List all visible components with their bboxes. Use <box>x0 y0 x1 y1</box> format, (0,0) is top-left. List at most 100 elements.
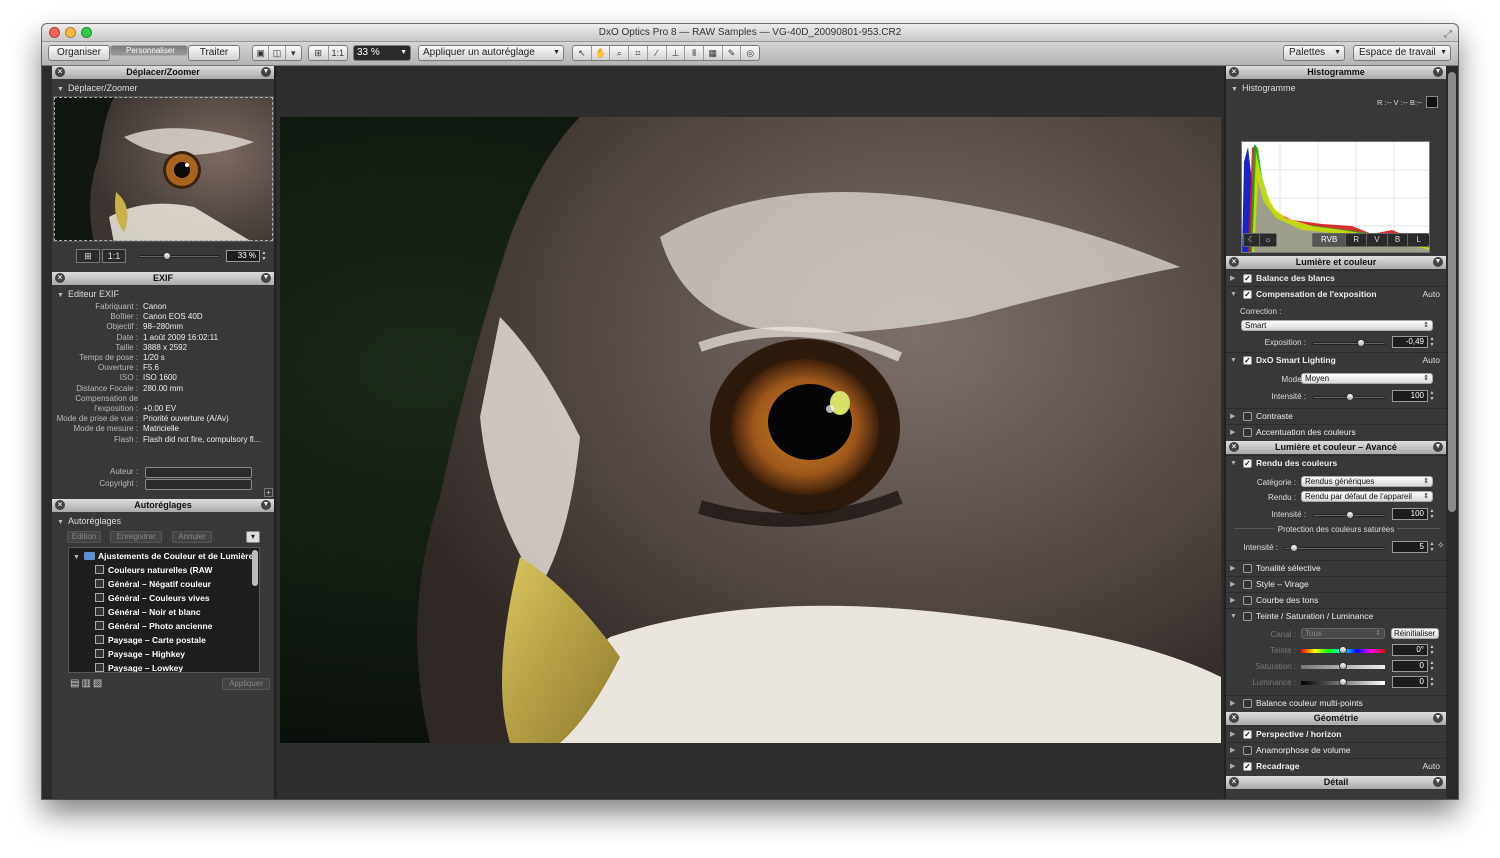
perspective-row[interactable]: ▶ ✓ Perspective / horizon <box>1226 726 1446 741</box>
palette-menu-icon[interactable]: ▼ <box>261 273 271 283</box>
exposure-value[interactable]: -0,49 <box>1392 336 1428 348</box>
rendering-intensity-slider[interactable] <box>1312 511 1386 519</box>
color-accent-row[interactable]: ▶ Accentuation des couleurs <box>1226 424 1446 439</box>
channel-button-v[interactable]: V <box>1367 234 1388 246</box>
scroll-thumb[interactable] <box>1448 72 1456 512</box>
palette-header-presets[interactable]: × Autoréglages ▼ <box>52 499 274 512</box>
color-rendering-row[interactable]: ▼ ✓ Rendu des couleurs <box>1226 455 1446 470</box>
contrast-row[interactable]: ▶ Contraste <box>1226 408 1446 423</box>
checkbox[interactable]: ✓ <box>1243 290 1252 299</box>
slider-knob[interactable] <box>1339 662 1347 670</box>
viewport-rectangle[interactable] <box>54 97 273 241</box>
new-folder-icon[interactable]: ▥ <box>81 678 92 689</box>
luminance-slider[interactable] <box>1301 678 1385 686</box>
palette-menu-icon[interactable]: ▼ <box>1433 67 1443 77</box>
hue-value[interactable]: 0° <box>1392 644 1428 656</box>
duplicate-preset-icon[interactable]: ▧ <box>93 678 104 689</box>
navigator-zoom-value[interactable]: 33 % <box>226 250 260 262</box>
checkbox[interactable]: ✓ <box>1243 274 1252 283</box>
presets-menu-button[interactable]: ▾ <box>246 531 260 543</box>
magic-wand-icon[interactable]: ✧ <box>1437 540 1445 551</box>
checkbox[interactable] <box>1243 412 1252 421</box>
close-palette-icon[interactable]: × <box>1229 713 1239 723</box>
grid-icon[interactable]: ▦ <box>704 46 723 60</box>
stepper-icon[interactable]: ▲ ▼ <box>1429 644 1435 656</box>
slider-knob[interactable] <box>1290 544 1298 552</box>
palette-header-light-color[interactable]: × Lumière et couleur ▼ <box>1226 256 1446 269</box>
resize-icon[interactable]: + <box>264 488 273 497</box>
horizon-icon[interactable]: ⊥ <box>667 46 686 60</box>
saturation-value[interactable]: 0 <box>1392 660 1428 672</box>
zoom-window-button[interactable] <box>81 27 92 38</box>
navigator-zoom-slider[interactable] <box>138 252 220 260</box>
histogram-subheader[interactable]: ▼ Histogramme <box>1231 83 1295 93</box>
red-eye-icon[interactable]: ◎ <box>741 46 759 60</box>
checkbox[interactable]: ✓ <box>1243 459 1252 468</box>
multipoint-row[interactable]: ▶ Balance couleur multi-points <box>1226 695 1446 710</box>
channel-button-l[interactable]: L <box>1408 234 1429 246</box>
stepper-icon[interactable]: ▲ ▼ <box>1429 676 1435 688</box>
one-to-one-button[interactable]: 1:1 <box>102 249 126 263</box>
palette-header-histogram[interactable]: × Histogramme ▼ <box>1226 66 1446 79</box>
white-balance-row[interactable]: ▶ ✓ Balance des blancs <box>1226 270 1446 285</box>
preset-select[interactable]: Appliquer un autoréglage ▼ <box>418 45 564 61</box>
checkbox[interactable] <box>1243 564 1252 573</box>
presets-tree[interactable]: ▼ Ajustements de Couleur et de Lumière Co… <box>68 547 260 673</box>
close-palette-icon[interactable]: × <box>1229 442 1239 452</box>
main-photo[interactable] <box>280 117 1221 743</box>
checkbox[interactable] <box>1243 746 1252 755</box>
close-palette-icon[interactable]: × <box>1229 257 1239 267</box>
hsl-row[interactable]: ▼ Teinte / Saturation / Luminance <box>1226 608 1446 623</box>
palette-header-advanced[interactable]: × Lumière et couleur – Avancé ▼ <box>1226 441 1446 454</box>
luminance-value[interactable]: 0 <box>1392 676 1428 688</box>
intensity-value[interactable]: 100 <box>1392 390 1428 402</box>
single-view-icon[interactable]: ▣ <box>253 46 270 60</box>
stepper-icon[interactable]: ▲ ▼ <box>1429 390 1435 402</box>
preset-folder[interactable]: ▼ Ajustements de Couleur et de Lumière <box>73 549 253 563</box>
zoom-select[interactable]: 33 % ▼ <box>353 45 411 61</box>
preset-item[interactable]: Général – Photo ancienne <box>95 619 212 633</box>
slider-knob[interactable] <box>163 252 171 260</box>
checkbox[interactable]: ✓ <box>1243 356 1252 365</box>
tab-organiser[interactable]: Organiser <box>48 45 110 61</box>
correction-select[interactable]: Smart ⇕ <box>1241 320 1433 331</box>
fit-screen-icon[interactable]: ⊞ <box>76 249 100 263</box>
channel-select[interactable]: Tous ⇕ <box>1301 628 1385 639</box>
stepper-icon[interactable]: ▲ ▼ <box>1429 660 1435 672</box>
reset-button[interactable]: Réinitialiser <box>1391 628 1439 639</box>
crop-row[interactable]: ▶ ✓ Recadrage Auto <box>1226 758 1446 773</box>
close-palette-icon[interactable]: × <box>55 273 65 283</box>
mode-select[interactable]: Moyen ⇕ <box>1301 373 1433 384</box>
slider-knob[interactable] <box>1339 678 1347 686</box>
stepper-icon[interactable]: ▲ ▼ <box>261 250 267 262</box>
preset-item[interactable]: Couleurs naturelles (RAW <box>95 563 212 577</box>
stepper-icon[interactable]: ▲ ▼ <box>1429 541 1435 553</box>
protect-intensity-slider[interactable] <box>1284 544 1386 552</box>
palette-menu-icon[interactable]: ▼ <box>261 67 271 77</box>
fit-screen-icon[interactable]: ⊞ <box>309 46 329 60</box>
checkbox[interactable] <box>1243 596 1252 605</box>
slider-knob[interactable] <box>1346 393 1354 401</box>
palette-menu-icon[interactable]: ▼ <box>1433 777 1443 787</box>
pointer-icon[interactable]: ↖ <box>573 46 592 60</box>
close-palette-icon[interactable]: × <box>1229 67 1239 77</box>
preset-item[interactable]: Paysage – Lowkey <box>95 661 183 672</box>
checkbox[interactable] <box>1243 699 1252 708</box>
hue-slider[interactable] <box>1301 646 1385 654</box>
minimize-window-button[interactable] <box>65 27 76 38</box>
presets-subheader[interactable]: ▼ Autoréglages <box>57 516 121 526</box>
eyedropper-icon[interactable]: ⁄ <box>648 46 667 60</box>
palette-header-move-zoom[interactable]: × Déplacer/Zoomer ▼ <box>52 66 274 79</box>
checkbox[interactable]: ✓ <box>1243 730 1252 739</box>
close-palette-icon[interactable]: × <box>55 500 65 510</box>
category-select[interactable]: Rendus génériques ⇕ <box>1301 476 1433 487</box>
exif-subheader[interactable]: ▼ Editeur EXIF <box>57 289 119 299</box>
close-window-button[interactable] <box>49 27 60 38</box>
apply-preset-button[interactable]: Appliquer <box>222 678 270 690</box>
right-scrollbar[interactable] <box>1446 66 1458 799</box>
palette-header-geometry[interactable]: × Géométrie ▼ <box>1226 712 1446 725</box>
new-preset-icon[interactable]: ▤ <box>70 678 81 689</box>
stepper-icon[interactable]: ▲ ▼ <box>1429 508 1435 520</box>
exposure-slider[interactable] <box>1312 339 1386 347</box>
highlight-clipping-icon[interactable]: ☼ <box>1260 234 1276 246</box>
